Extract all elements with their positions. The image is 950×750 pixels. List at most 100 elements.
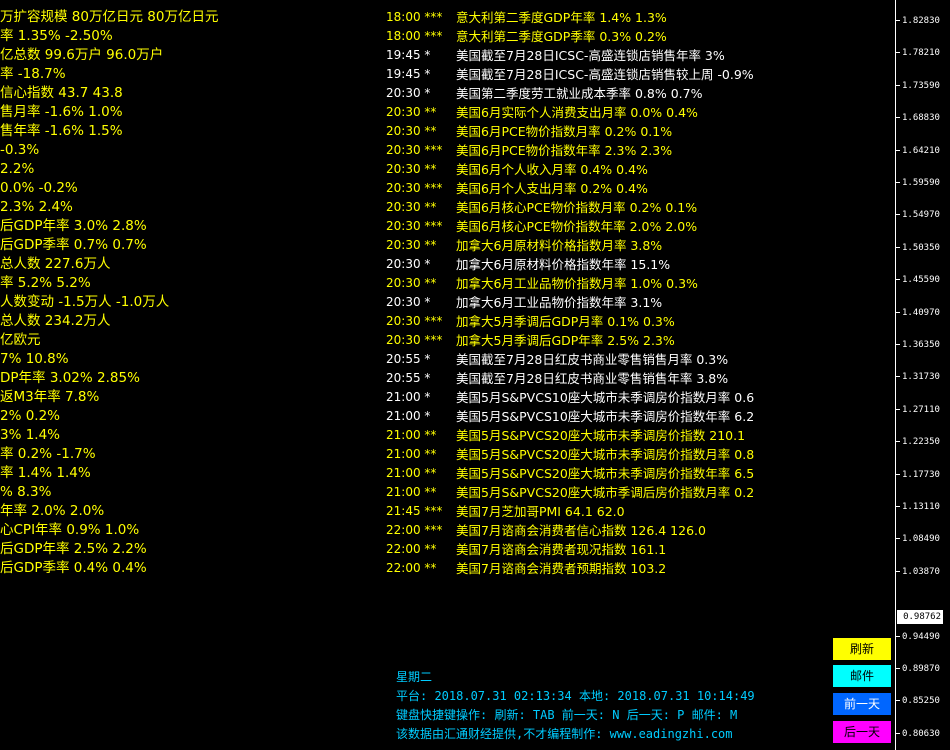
tick-mark [896,635,900,637]
tick-label: 1.13110 [902,502,940,512]
left-event-row: -0.3% [0,142,40,158]
tick-mark [896,117,900,119]
event-text: 美国7月谘商会消费者信心指数 126.4 126.0 [456,523,706,538]
event-text: 美国6月核心PCE物价指数月率 0.2% 0.1% [456,200,698,215]
left-event-row: 率 5.2% 5.2% [0,275,91,291]
event-text: 加拿大6月工业品物价指数年率 3.1% [456,295,663,310]
refresh-button[interactable]: 刷新 [833,638,891,660]
tick-mark [896,570,900,572]
event-time: 20:30 ** [386,162,437,176]
event-text: 美国7月谘商会消费者现况指数 161.1 [456,542,667,557]
price-tick: 1.22350 [896,435,950,449]
event-time: 20:55 * [386,371,431,385]
event-time: 18:00 *** [386,29,443,43]
event-time: 20:30 * [386,295,431,309]
event-text: 美国截至7月28日ICSC-高盛连锁店销售年率 3% [456,48,725,63]
left-event-row: 后GDP年率 2.5% 2.2% [0,541,147,557]
tick-label: 1.03870 [902,566,940,577]
event-row: 20:30 *** 美国6月PCE物价指数年率 2.3% 2.3% [386,141,891,160]
left-event-row: 率 -18.7% [0,66,66,82]
right-event-list: 18:00 *** 意大利第二季度GDP年率 1.4% 1.3% 18:00 ***… [386,8,891,582]
event-text: 加拿大6月原材料价格指数年率 15.1% [456,257,671,272]
left-event-row: DP年率 3.02% 2.85% [0,370,140,386]
price-axis: 1.82830 1.78210 1.73590 1.68830 1.64210 1.595… [896,0,950,750]
tick-mark [896,473,900,475]
time-info-line: 平台: 2018.07.31 02:13:34 本地: 2018.07.31 1… [396,689,755,703]
event-row: 20:30 ** 美国6月核心PCE物价指数月率 0.2% 0.1% [386,198,891,217]
price-tick: 1.40970 [896,306,950,320]
price-tick: 1.08490 [896,532,950,546]
event-row: 20:30 ** 美国6月PCE物价指数月率 0.2% 0.1% [386,122,891,141]
left-event-row: 0.0% -0.2% [0,180,78,196]
event-time: 20:30 *** [386,181,443,195]
left-event-row: 返M3年率 7.8% [0,389,100,405]
event-time: 20:30 *** [386,219,443,233]
event-text: 美国5月S&PVCS20座大城市未季调房价指数年率 6.5 [456,466,755,481]
event-time: 19:45 * [386,67,431,81]
current-price-label: 0.98762 [897,610,943,624]
tick-mark [896,182,900,183]
left-event-row: 人数变动 -1.5万人 -1.0万人 [0,294,170,310]
event-row: 18:00 *** 意大利第二季度GDP年率 1.4% 1.3% [386,8,891,27]
event-text: 美国6月PCE物价指数年率 2.3% 2.3% [456,143,673,158]
tick-mark [896,52,900,54]
price-tick: 1.82830 [896,14,950,28]
event-row: 22:00 *** 美国7月谘商会消费者信心指数 126.4 126.0 [386,521,891,540]
left-event-row: 7% 10.8% [0,351,69,367]
price-tick: 1.73590 [896,79,950,93]
event-row: 19:45 * 美国截至7月28日ICSC-高盛连锁店销售较上周 -0.9% [386,65,891,84]
price-tick: 1.54970 [896,208,950,222]
event-row: 19:45 * 美国截至7月28日ICSC-高盛连锁店销售年率 3% [386,46,891,65]
tick-label: 1.31730 [902,372,940,383]
left-event-row: 年率 2.0% 2.0% [0,503,105,519]
event-text: 美国6月核心PCE物价指数年率 2.0% 2.0% [456,219,698,234]
event-time: 21:00 * [386,409,431,423]
tick-mark [896,732,900,734]
tick-label: 1.08490 [902,534,940,545]
tick-label: 0.80630 [902,728,940,739]
event-text: 美国5月S&PVCS10座大城市未季调房价指数年率 6.2 [456,409,755,424]
event-text: 加拿大6月工业品物价指数月率 1.0% 0.3% [456,276,698,291]
price-tick: 1.45590 [896,273,950,287]
event-time: 20:30 * [386,257,431,271]
previous-day-button[interactable]: 前一天 [833,693,891,715]
left-event-row: 后GDP季率 0.4% 0.4% [0,560,147,576]
event-time: 20:55 * [386,352,431,366]
left-event-row: 万扩容规模 80万亿日元 80万亿日元 [0,9,219,25]
credit-line: 该数据由汇通财经提供,不才编程制作: www.eadingzhi.com [396,727,733,741]
mail-button[interactable]: 邮件 [833,665,891,687]
tick-mark [896,84,900,86]
tick-mark [896,149,900,151]
event-row: 20:30 * 加拿大6月原材料价格指数年率 15.1% [386,255,891,274]
event-row: 20:30 *** 加拿大5月季调后GDP月率 0.1% 0.3% [386,312,891,331]
event-time: 20:30 *** [386,333,443,347]
tick-mark [896,246,900,248]
tick-label: 1.59590 [902,178,940,188]
tick-label: 1.17730 [902,469,940,480]
event-text: 美国5月S&PVCS20座大城市季调后房价指数月率 0.2 [456,485,755,500]
tick-mark [896,376,900,378]
event-time: 20:30 ** [386,238,437,252]
tick-mark [896,344,900,345]
tick-mark [896,20,900,21]
tick-mark [896,700,900,702]
next-day-button[interactable]: 后一天 [833,721,891,743]
event-time: 20:30 ** [386,276,437,290]
event-row: 21:00 ** 美国5月S&PVCS20座大城市季调后房价指数月率 0.2 [386,483,891,502]
tick-label: 1.78210 [902,48,940,59]
event-row: 20:30 ** 美国6月实际个人消费支出月率 0.0% 0.4% [386,103,891,122]
event-row: 20:30 *** 美国6月个人支出月率 0.2% 0.4% [386,179,891,198]
tick-mark [896,538,900,540]
weekday-label: 星期二 [396,670,433,684]
left-event-row: 率 1.4% 1.4% [0,465,91,481]
event-text: 美国5月S&PVCS20座大城市未季调房价指数月率 0.8 [456,447,755,462]
event-time: 20:30 *** [386,143,443,157]
event-row: 21:00 * 美国5月S&PVCS10座大城市未季调房价指数月率 0.6 [386,388,891,407]
price-tick: 1.31730 [896,370,950,384]
tick-label: 1.45590 [902,275,940,286]
event-row: 20:55 * 美国截至7月28日红皮书商业零售销售年率 3.8% [386,369,891,388]
tick-label: 1.27110 [902,404,940,415]
tick-mark [896,408,900,410]
tick-label: 1.40970 [902,307,940,318]
tick-label: 1.54970 [902,210,940,221]
